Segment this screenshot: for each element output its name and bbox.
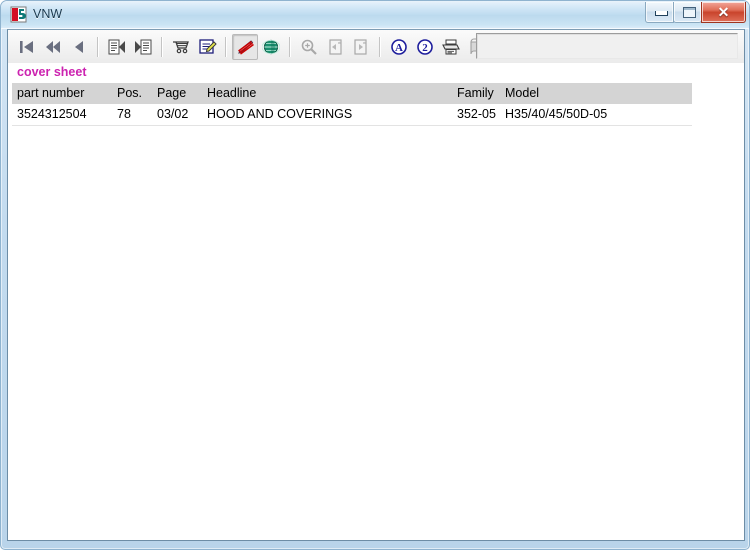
minimize-button[interactable] bbox=[645, 2, 674, 23]
title-bar[interactable]: VNW ✕ bbox=[1, 1, 749, 29]
edit-note-icon bbox=[198, 38, 217, 56]
cell-pos: 78 bbox=[112, 104, 152, 126]
zoom-search-button[interactable] bbox=[296, 34, 322, 60]
table-header: part number Pos. Page Headline Family Mo… bbox=[12, 83, 692, 104]
circled-2-button[interactable]: 2 bbox=[412, 34, 438, 60]
cell-family: 352-05 bbox=[452, 104, 500, 126]
previous-icon bbox=[70, 39, 88, 55]
document-previous-button[interactable] bbox=[104, 34, 130, 60]
previous-button[interactable] bbox=[66, 34, 92, 60]
document-next-button[interactable] bbox=[130, 34, 156, 60]
rewind-button[interactable] bbox=[40, 34, 66, 60]
print-icon bbox=[441, 38, 461, 56]
cell-model: H35/40/45/50D-05 bbox=[500, 104, 692, 126]
client-area: A 2 cover sheet part number Pos. Page He… bbox=[7, 29, 745, 541]
svg-text:2: 2 bbox=[422, 42, 428, 54]
toolbar-separator bbox=[379, 36, 381, 57]
window-title: VNW bbox=[33, 7, 63, 21]
pen-strikethrough-icon bbox=[236, 38, 255, 56]
toolbar-button-row: A 2 bbox=[14, 30, 528, 63]
column-header-part-number[interactable]: part number bbox=[12, 83, 112, 104]
globe-icon bbox=[262, 38, 280, 56]
rewind-icon bbox=[44, 39, 62, 55]
page-right-button[interactable] bbox=[348, 34, 374, 60]
close-button[interactable]: ✕ bbox=[701, 2, 746, 23]
column-header-pos[interactable]: Pos. bbox=[112, 83, 152, 104]
toolbar-separator bbox=[225, 36, 227, 57]
page-left-icon bbox=[326, 38, 344, 56]
svg-text:A: A bbox=[395, 42, 403, 54]
pen-strikethrough-button[interactable] bbox=[232, 33, 258, 60]
table-row[interactable]: 3524312504 78 03/02 HOOD AND COVERINGS 3… bbox=[12, 104, 692, 126]
column-header-model[interactable]: Model bbox=[500, 83, 692, 104]
page-right-icon bbox=[352, 38, 370, 56]
cell-part-number: 3524312504 bbox=[12, 104, 112, 126]
go-to-first-icon bbox=[18, 39, 36, 55]
toolbar: A 2 bbox=[8, 30, 744, 64]
minimize-icon bbox=[655, 11, 668, 16]
table-body: 3524312504 78 03/02 HOOD AND COVERINGS 3… bbox=[12, 104, 692, 126]
print-button[interactable] bbox=[438, 34, 464, 60]
column-header-family[interactable]: Family bbox=[452, 83, 500, 104]
results-table: part number Pos. Page Headline Family Mo… bbox=[12, 83, 692, 126]
close-icon: ✕ bbox=[717, 4, 730, 20]
toolbar-separator bbox=[289, 36, 291, 57]
maximize-icon bbox=[683, 7, 696, 18]
zoom-search-icon bbox=[300, 38, 318, 56]
table-header-row: part number Pos. Page Headline Family Mo… bbox=[12, 83, 692, 104]
edit-note-button[interactable] bbox=[194, 34, 220, 60]
circled-2-icon: 2 bbox=[416, 38, 434, 56]
circled-a-button[interactable]: A bbox=[386, 34, 412, 60]
window-controls: ✕ bbox=[645, 2, 746, 23]
cell-page: 03/02 bbox=[152, 104, 202, 126]
page-left-button[interactable] bbox=[322, 34, 348, 60]
content-area: cover sheet part number Pos. Page Headli bbox=[8, 63, 744, 540]
maximize-button[interactable] bbox=[673, 2, 702, 23]
globe-button[interactable] bbox=[258, 34, 284, 60]
toolbar-separator bbox=[97, 36, 99, 57]
circled-a-icon: A bbox=[390, 38, 408, 56]
document-previous-icon bbox=[107, 38, 127, 56]
toolbar-separator bbox=[161, 36, 163, 57]
go-to-first-button[interactable] bbox=[14, 34, 40, 60]
section-title: cover sheet bbox=[17, 65, 87, 79]
app-logo-icon bbox=[10, 6, 27, 23]
shopping-cart-button[interactable] bbox=[168, 34, 194, 60]
column-header-page[interactable]: Page bbox=[152, 83, 202, 104]
shopping-cart-icon bbox=[171, 38, 191, 55]
cell-headline-link[interactable]: HOOD AND COVERINGS bbox=[202, 104, 452, 126]
document-next-icon bbox=[133, 38, 153, 56]
toolbar-status-field[interactable] bbox=[476, 33, 738, 59]
application-window: VNW ✕ A 2 cover sheet part number Pos. P… bbox=[0, 0, 750, 550]
column-header-headline[interactable]: Headline bbox=[202, 83, 452, 104]
